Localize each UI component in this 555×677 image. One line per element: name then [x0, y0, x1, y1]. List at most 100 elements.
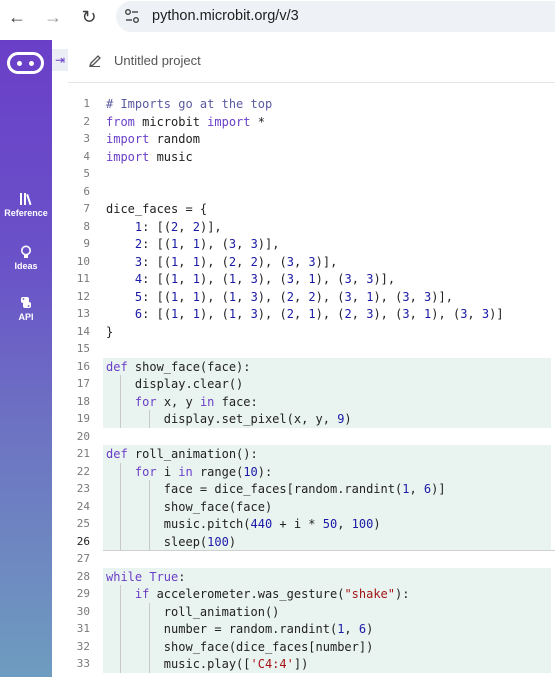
project-name[interactable]: Untitled project	[114, 53, 201, 68]
indent-guide	[120, 602, 122, 620]
code-text[interactable]: display.set_pixel(x, y, 9)	[106, 412, 352, 426]
line-number: 27	[76, 552, 90, 565]
code-text[interactable]: dice_faces = {	[106, 202, 207, 216]
code-line[interactable]: 8 1: [(2, 2)],	[52, 218, 555, 236]
indent-guide	[120, 497, 122, 515]
code-line[interactable]: 3 import random	[52, 130, 555, 148]
collapse-sidebar-icon[interactable]: ⇥	[52, 49, 68, 71]
code-line[interactable]: 29 if accelerometer.was_gesture("shake")…	[52, 585, 555, 603]
code-text[interactable]: while True:	[106, 570, 186, 584]
browser-toolbar: ← → ↻ python.microbit.org/v/3	[0, 0, 555, 35]
code-line[interactable]: 30 roll_animation()	[52, 603, 555, 621]
code-text[interactable]: show_face(dice_faces[number])	[106, 640, 374, 654]
code-text[interactable]: }	[106, 325, 113, 339]
code-line[interactable]: 23 face = dice_faces[random.randint(1, 6…	[52, 480, 555, 498]
code-line[interactable]: 14}	[52, 323, 555, 341]
code-text[interactable]: if accelerometer.was_gesture("shake"):	[106, 587, 410, 601]
code-text[interactable]: 6: [(1, 1), (1, 3), (2, 1), (2, 3), (3, …	[106, 307, 504, 321]
site-settings-icon[interactable]	[124, 8, 140, 24]
indent-guide	[149, 637, 151, 655]
code-line[interactable]: 22 for i in range(10):	[52, 463, 555, 481]
indent-guide	[120, 637, 122, 655]
code-text[interactable]: 3: [(1, 1), (2, 2), (3, 3)],	[106, 255, 337, 269]
code-line[interactable]: 5	[52, 165, 555, 183]
sidebar-item-api[interactable]: API	[0, 296, 52, 322]
code-text[interactable]: for i in range(10):	[106, 465, 272, 479]
reload-icon[interactable]: ↻	[78, 6, 100, 28]
code-line[interactable]: 10 3: [(1, 1), (2, 2), (3, 3)],	[52, 253, 555, 271]
code-line[interactable]: 6	[52, 183, 555, 201]
indent-guide	[149, 480, 151, 498]
line-number: 10	[76, 254, 90, 268]
indent-guide	[149, 410, 151, 428]
code-text[interactable]: import music	[106, 150, 193, 164]
url-text[interactable]: python.microbit.org/v/3	[152, 8, 299, 24]
code-text[interactable]: import random	[106, 132, 200, 146]
code-line[interactable]: 18 for x, y in face:	[52, 393, 555, 411]
code-line[interactable]: 31 number = random.randint(1, 6)	[52, 620, 555, 638]
code-text[interactable]: number = random.randint(1, 6)	[106, 622, 374, 636]
code-text[interactable]: def roll_animation():	[106, 447, 258, 461]
code-text[interactable]: 2: [(1, 1), (3, 3)],	[106, 237, 280, 251]
code-line[interactable]: 32 show_face(dice_faces[number])	[52, 638, 555, 656]
code-text[interactable]: 5: [(1, 1), (1, 3), (2, 2), (3, 1), (3, …	[106, 290, 453, 304]
lightbulb-icon	[21, 245, 31, 258]
indent-guide	[120, 375, 122, 393]
code-line[interactable]: 2 from microbit import *	[52, 113, 555, 131]
sidebar-item-ideas[interactable]: Ideas	[0, 245, 52, 271]
line-number: 18	[76, 394, 90, 408]
indent-guide	[120, 655, 122, 673]
code-text[interactable]: for x, y in face:	[106, 395, 258, 409]
line-number: 24	[76, 499, 90, 513]
line-number: 7	[83, 202, 90, 215]
code-line[interactable]: 13 6: [(1, 1), (1, 3), (2, 1), (2, 3), (…	[52, 305, 555, 323]
code-line[interactable]: 27	[52, 550, 555, 568]
line-number: 16	[76, 359, 90, 373]
line-number: 26	[76, 534, 90, 548]
code-line[interactable]: 20	[52, 428, 555, 446]
code-text[interactable]: music.play(['C4:4'])	[106, 657, 309, 671]
python-icon	[21, 297, 31, 308]
forward-icon[interactable]: →	[42, 6, 64, 28]
line-number: 21	[76, 447, 90, 460]
code-line[interactable]: 33 music.play(['C4:4'])	[52, 655, 555, 673]
code-line[interactable]: 15	[52, 340, 555, 358]
indent-guide	[120, 515, 122, 533]
code-line[interactable]: 19 display.set_pixel(x, y, 9)	[52, 410, 555, 428]
code-line[interactable]: 12 5: [(1, 1), (1, 3), (2, 2), (3, 1), (…	[52, 288, 555, 306]
code-text[interactable]: display.clear()	[106, 377, 243, 391]
code-text[interactable]: show_face(face)	[106, 500, 272, 514]
code-text[interactable]: music.pitch(440 + i * 50, 100)	[106, 517, 381, 531]
line-number: 4	[83, 149, 90, 163]
line-number: 25	[76, 517, 90, 530]
code-line[interactable]: 9 2: [(1, 1), (3, 3)],	[52, 235, 555, 253]
code-line[interactable]: 4 import music	[52, 148, 555, 166]
indent-guide	[120, 392, 122, 410]
code-text[interactable]: roll_animation()	[106, 605, 280, 619]
code-editor[interactable]: 1 # Imports go at the top 2 from microbit i…	[52, 83, 555, 677]
code-line[interactable]: 1 # Imports go at the top	[52, 95, 555, 113]
code-text[interactable]: 1: [(2, 2)],	[106, 220, 222, 234]
microbit-logo[interactable]	[7, 52, 44, 74]
code-line[interactable]: 25 music.pitch(440 + i * 50, 100)	[52, 515, 555, 533]
line-number: 28	[76, 569, 90, 583]
code-text[interactable]: from microbit import *	[106, 115, 265, 129]
code-line[interactable]: 28 while True:	[52, 568, 555, 586]
back-icon[interactable]: ←	[6, 6, 28, 28]
indent-guide	[120, 620, 122, 638]
code-line[interactable]: 11 4: [(1, 1), (1, 3), (3, 1), (3, 3)],	[52, 270, 555, 288]
code-line[interactable]: 21 def roll_animation():	[52, 445, 555, 463]
sidebar-item-label: Reference	[4, 208, 48, 218]
line-number: 2	[83, 114, 90, 128]
code-line[interactable]: 16 def show_face(face):	[52, 358, 555, 376]
code-line[interactable]: 17 display.clear()	[52, 375, 555, 393]
code-line[interactable]: 7 dice_faces = {	[52, 200, 555, 218]
pencil-icon[interactable]	[88, 54, 102, 68]
code-line[interactable]: 24 show_face(face)	[52, 498, 555, 516]
code-text[interactable]: 4: [(1, 1), (1, 3), (3, 1), (3, 3)],	[106, 272, 395, 286]
code-text[interactable]: face = dice_faces[random.randint(1, 6)]	[106, 482, 446, 496]
code-text[interactable]: # Imports go at the top	[106, 97, 272, 111]
code-text[interactable]: def show_face(face):	[106, 360, 251, 374]
sidebar-item-reference[interactable]: Reference	[0, 192, 52, 218]
line-number: 17	[76, 377, 90, 390]
